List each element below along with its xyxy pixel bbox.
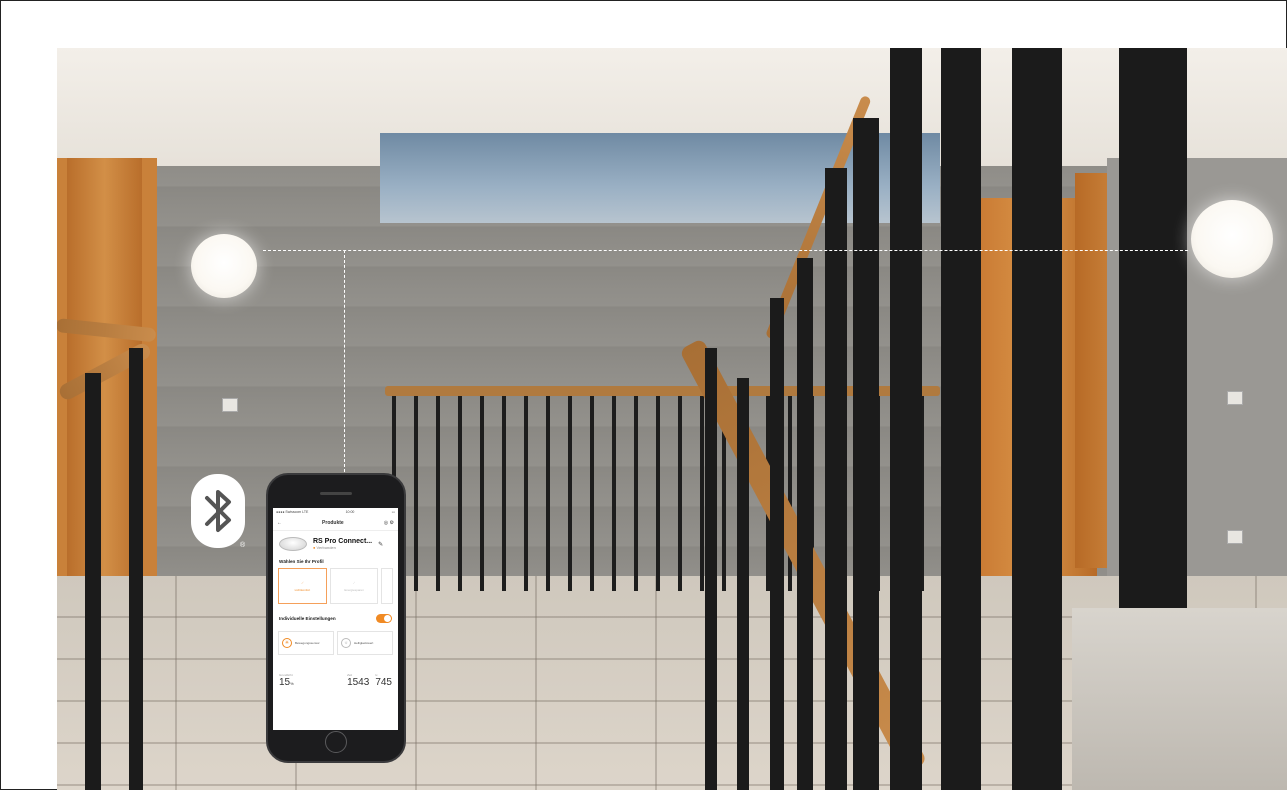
light-switch [1227, 530, 1243, 544]
value-lux: lx 745 [375, 673, 392, 688]
railing-bar [941, 48, 981, 790]
profile-card-comfort[interactable]: ⟋ Lichtkonfort [278, 568, 327, 604]
sun-icon: ☼ [341, 638, 351, 648]
value-number: 15% [279, 677, 294, 688]
back-arrow-icon[interactable]: ← [277, 520, 282, 526]
value-basic-light: Grundlicht 15% [279, 673, 294, 688]
app-screen: ●●●● Swisscom LTE 10:00 ▭ ← Produkte ◎ ⚙… [273, 508, 398, 730]
status-bar: ●●●● Swisscom LTE 10:00 ▭ [273, 508, 398, 516]
railing-bar [705, 348, 717, 790]
lamp-thumbnail [279, 537, 307, 551]
individual-heading: Individuelle Einstellungen [279, 616, 336, 621]
product-status: ● Verbunden [313, 545, 372, 550]
railing-bar [85, 373, 101, 790]
profile-heading: Wählen Sie Ihr Profil [279, 559, 324, 564]
light-switch [1227, 391, 1243, 405]
staircase-scene [57, 48, 1287, 790]
page-title: Produkte [322, 520, 344, 526]
carrier-label: ●●●● Swisscom LTE [276, 510, 309, 514]
setting-label: Helligkeitswert [354, 641, 374, 645]
railing-bar [853, 118, 879, 790]
product-name: RS Pro Connect... [313, 538, 373, 545]
railing-bar [890, 48, 922, 790]
profile-icon: ⟋ [301, 580, 304, 585]
connection-line-horizontal [263, 250, 1188, 251]
ceiling-lamp-left [191, 234, 257, 298]
railing-bar [129, 348, 143, 790]
motion-sensor-setting[interactable]: ✳ Bewegungssensor [278, 631, 334, 655]
railing-bar [1012, 48, 1062, 790]
ceiling-lamp-right [1191, 200, 1273, 278]
value-number: 1543 [347, 677, 370, 688]
individual-toggle[interactable] [376, 614, 392, 623]
battery-icon: ▭ [391, 510, 395, 514]
values-row: Grundlicht 15% Zeit 1543 lx 745 [273, 659, 398, 688]
profile-list: ⟋ Lichtkonfort ⟋ Energiesparen [273, 568, 398, 604]
railing-bar [825, 168, 847, 790]
home-button[interactable] [325, 731, 347, 753]
status-text: Verbunden [316, 545, 336, 550]
railing-bars-mid [392, 396, 932, 591]
profile-label: Lichtkonfort [294, 587, 311, 592]
registered-mark: ® [240, 542, 246, 549]
phone-speaker [320, 492, 352, 495]
profile-icon: ⟋ [353, 580, 356, 585]
value-time: Zeit 1543 [347, 673, 369, 688]
header-icons[interactable]: ◎ ⚙ [384, 520, 394, 526]
brightness-setting[interactable]: ☼ Helligkeitswert [337, 631, 393, 655]
profile-label: Energiesparen [344, 587, 364, 592]
railing-bar [797, 258, 813, 790]
connection-line-vertical [344, 250, 345, 472]
settings-list: ✳ Bewegungssensor ☼ Helligkeitswert [273, 627, 398, 659]
bluetooth-badge [191, 474, 245, 548]
setting-label: Bewegungssensor [295, 641, 320, 645]
product-row[interactable]: RS Pro Connect... ● Verbunden ✎ [273, 531, 398, 553]
profile-card-eco[interactable]: ⟋ Energiesparen [329, 568, 379, 604]
railing-bar [737, 378, 749, 790]
value-number: 745 [375, 677, 392, 688]
individual-settings-row: Individuelle Einstellungen [273, 604, 398, 627]
bluetooth-icon [205, 490, 231, 532]
railing-bar [770, 298, 784, 790]
profile-card-more[interactable] [381, 568, 393, 604]
edit-pencil-icon[interactable]: ✎ [378, 541, 383, 548]
stair-block [1072, 608, 1287, 790]
value-group: Zeit 1543 lx 745 [347, 673, 392, 688]
light-switch [222, 398, 238, 412]
app-header: ← Produkte ◎ ⚙ [273, 516, 398, 531]
status-time: 10:00 [345, 510, 355, 514]
motion-sensor-icon: ✳ [282, 638, 292, 648]
